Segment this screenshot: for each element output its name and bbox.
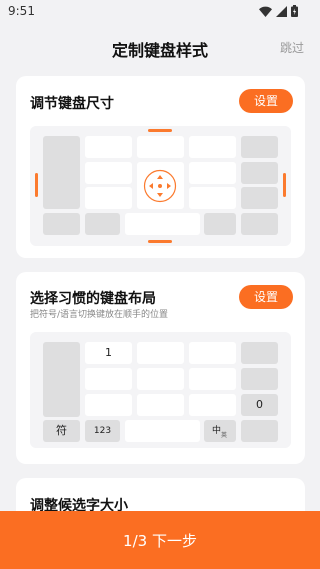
preview-key bbox=[241, 136, 278, 158]
preview-key bbox=[241, 420, 278, 442]
next-step-button[interactable]: 1/3 下一步 bbox=[0, 511, 320, 569]
preview-key bbox=[85, 162, 132, 184]
wifi-icon bbox=[259, 6, 272, 17]
keyboard-size-card: 调节键盘尺寸 设置 bbox=[16, 76, 305, 258]
preview-key bbox=[189, 342, 236, 364]
preview-key bbox=[189, 162, 236, 184]
preview-key bbox=[189, 368, 236, 390]
language-switch-sub-label: 英 bbox=[221, 432, 228, 439]
preview-key bbox=[241, 342, 278, 364]
keyboard-layout-set-button[interactable]: 设置 bbox=[239, 285, 293, 309]
preview-key bbox=[189, 187, 236, 209]
language-switch-main-label: 中 bbox=[212, 426, 222, 436]
resize-handle-right[interactable] bbox=[283, 173, 286, 197]
key-one-label: 1 bbox=[105, 346, 112, 359]
keyboard-layout-card: 选择习惯的键盘布局 把符号/语言切换键放在顺手的位置 设置 1 0 符 123 … bbox=[16, 272, 305, 464]
preview-key bbox=[85, 368, 132, 390]
preview-key bbox=[241, 213, 278, 235]
resize-handle-bottom[interactable] bbox=[148, 240, 172, 243]
preview-key-left-column bbox=[43, 342, 80, 417]
preview-key bbox=[85, 213, 120, 235]
preview-key bbox=[241, 187, 278, 209]
resize-handle-top[interactable] bbox=[148, 129, 172, 132]
preview-key-space bbox=[125, 420, 200, 442]
move-arrows-icon[interactable] bbox=[143, 169, 177, 203]
preview-key bbox=[189, 136, 236, 158]
preview-key-language-switch: 中 英 bbox=[204, 420, 236, 442]
preview-key bbox=[137, 136, 184, 158]
skip-button[interactable]: 跳过 bbox=[280, 39, 304, 56]
preview-key bbox=[137, 394, 184, 416]
keyboard-layout-preview: 1 0 符 123 中 英 bbox=[30, 332, 291, 448]
preview-key-numbers: 123 bbox=[85, 420, 120, 442]
signal-icon bbox=[276, 5, 287, 17]
preview-key bbox=[204, 213, 236, 235]
page-title: 定制键盘样式 bbox=[111, 41, 208, 60]
preview-key-one: 1 bbox=[85, 342, 132, 364]
preview-key bbox=[43, 213, 80, 235]
key-zero-label: 0 bbox=[256, 398, 263, 411]
app-header: 定制键盘样式 跳过 bbox=[0, 24, 320, 68]
battery-icon bbox=[291, 5, 298, 17]
resize-handle-left[interactable] bbox=[35, 173, 38, 197]
key-symbol-label: 符 bbox=[56, 424, 67, 437]
key-numbers-label: 123 bbox=[93, 426, 112, 436]
preview-key-space bbox=[125, 213, 200, 235]
preview-key bbox=[241, 162, 278, 184]
preview-key bbox=[137, 342, 184, 364]
keyboard-size-title: 调节键盘尺寸 bbox=[30, 96, 114, 112]
preview-key bbox=[189, 394, 236, 416]
status-bar: 9:51 bbox=[0, 0, 320, 24]
keyboard-layout-subtitle: 把符号/语言切换键放在顺手的位置 bbox=[30, 310, 169, 320]
preview-key bbox=[137, 368, 184, 390]
next-step-label: 1/3 下一步 bbox=[123, 532, 197, 550]
preview-key bbox=[85, 394, 132, 416]
preview-key-left-column bbox=[43, 136, 80, 209]
status-time: 9:51 bbox=[8, 4, 35, 18]
preview-key-zero: 0 bbox=[241, 394, 278, 416]
preview-key bbox=[85, 136, 132, 158]
keyboard-size-preview bbox=[30, 126, 291, 246]
preview-key bbox=[241, 368, 278, 390]
keyboard-size-set-button[interactable]: 设置 bbox=[239, 89, 293, 113]
preview-key bbox=[85, 187, 132, 209]
preview-key-symbol: 符 bbox=[43, 420, 80, 442]
status-icons bbox=[259, 5, 298, 17]
keyboard-layout-title: 选择习惯的键盘布局 bbox=[30, 291, 156, 307]
